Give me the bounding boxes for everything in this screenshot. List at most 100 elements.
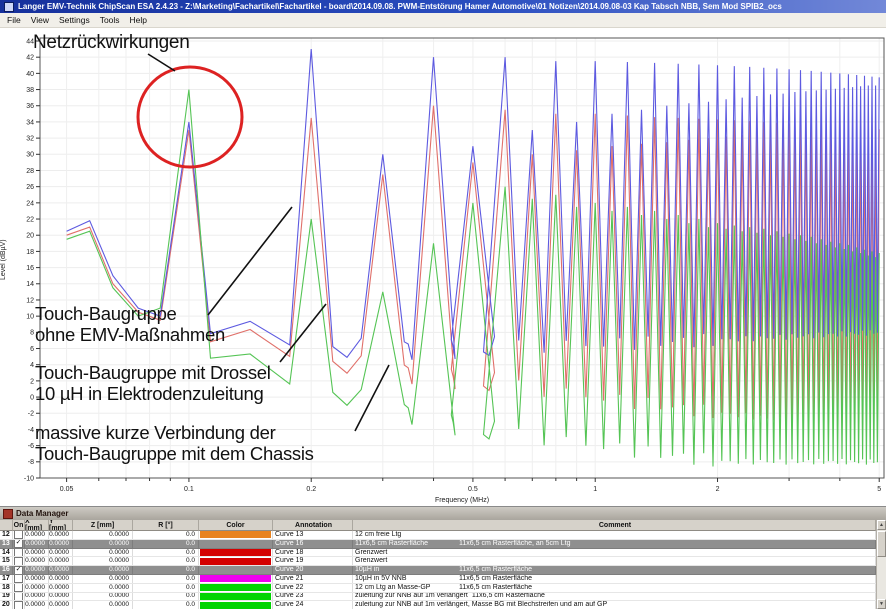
comment-cell: Grenzwert [353, 557, 876, 565]
svg-text:0: 0 [30, 394, 34, 401]
svg-text:38: 38 [26, 87, 34, 94]
column-header-On[interactable]: On [13, 520, 25, 531]
z-value: 0.0000 [73, 593, 133, 601]
svg-text:22: 22 [26, 216, 34, 223]
on-checkbox[interactable] [14, 531, 23, 539]
menu-tools[interactable]: Tools [95, 14, 125, 26]
comment-text: zuleitung zur NNB auf 1m verlängert, Mas… [355, 601, 607, 609]
column-header-Z [mm][interactable]: Z [mm] [73, 520, 133, 531]
svg-text:4: 4 [30, 362, 34, 369]
color-swatch[interactable] [200, 558, 271, 565]
color-cell[interactable] [199, 557, 273, 565]
title-bar[interactable]: Langer EMV-Technik ChipScan ESA 2.4.23 -… [0, 0, 886, 13]
svg-text:6: 6 [30, 346, 34, 353]
color-cell[interactable] [199, 531, 273, 539]
annotation-cell: Curve 23 [273, 593, 353, 601]
column-header-Color[interactable]: Color [199, 520, 273, 531]
color-cell[interactable] [199, 549, 273, 557]
svg-text:-6: -6 [28, 443, 34, 450]
svg-text:0.5: 0.5 [468, 486, 478, 493]
table-row[interactable]: 13✓0.00000.00000.00000.0Curve 1611x6,5 c… [0, 540, 876, 549]
color-swatch[interactable] [200, 584, 271, 591]
svg-text:-10: -10 [24, 475, 34, 482]
row-number: 20 [0, 601, 13, 609]
color-swatch[interactable] [200, 549, 271, 556]
svg-text:10: 10 [26, 314, 34, 321]
row-number: 18 [0, 584, 13, 592]
y-axis-title: Level (dBµV) [0, 180, 12, 340]
leader-line-1 [208, 207, 292, 315]
table-row[interactable]: 16✓0.00000.00000.00000.0Curve 2010µH in1… [0, 566, 876, 575]
menu-file[interactable]: File [2, 14, 26, 26]
on-checkbox[interactable] [14, 549, 23, 557]
table-row[interactable]: 170.00000.00000.00000.0Curve 2110µH in 5… [0, 575, 876, 584]
menu-settings[interactable]: Settings [54, 14, 95, 26]
comment-cell: 12 cm Ltg an Masse-GP11x6,5 cm Rasterflä… [353, 584, 876, 592]
y-value: 0.0000 [49, 557, 73, 565]
menu-view[interactable]: View [26, 14, 54, 26]
column-header-R [°][interactable]: R [°] [133, 520, 199, 531]
comment-text: 10µH in 5V NNB [355, 575, 459, 583]
data-manager-window: Data Manager OnX [mm]Y [mm]Z [mm]R [°]Co… [0, 506, 886, 609]
color-cell[interactable] [199, 566, 273, 574]
table-row[interactable]: 140.00000.00000.00000.0Curve 18Grenzwert [0, 549, 876, 558]
on-checkbox[interactable]: ✓ [14, 566, 23, 574]
comment-text-2: 11x6,5 cm Rasterfläche [472, 593, 545, 601]
table-row[interactable]: 190.00000.00000.00000.0Curve 23zuleitung… [0, 593, 876, 602]
color-swatch[interactable] [200, 575, 271, 582]
on-cell: ✓ [13, 566, 25, 574]
column-header-Comment[interactable]: Comment [353, 520, 876, 531]
scroll-thumb[interactable] [877, 531, 886, 557]
column-header-X [mm][interactable]: X [mm] [25, 520, 49, 531]
on-checkbox[interactable] [14, 584, 23, 592]
svg-text:20: 20 [26, 233, 34, 240]
on-checkbox[interactable] [14, 601, 23, 609]
svg-text:-2: -2 [28, 411, 34, 418]
window-title: Langer EMV-Technik ChipScan ESA 2.4.23 -… [18, 2, 782, 11]
data-manager-title-bar[interactable]: Data Manager [0, 507, 886, 520]
color-swatch[interactable] [200, 531, 271, 538]
comment-cell: zuleitung zur NNB auf 1m verlängert11x6,… [353, 593, 876, 601]
y-value: 0.0000 [49, 531, 73, 539]
color-swatch[interactable] [200, 593, 271, 600]
leader-line-2 [280, 304, 326, 362]
row-number: 13 [0, 540, 13, 548]
scroll-up-icon[interactable]: ▲ [877, 520, 886, 530]
color-cell[interactable] [199, 575, 273, 583]
menu-help[interactable]: Help [125, 14, 152, 26]
on-checkbox[interactable] [14, 557, 23, 565]
table-row[interactable]: 180.00000.00000.00000.0Curve 2212 cm Ltg… [0, 584, 876, 593]
r-value: 0.0 [133, 601, 199, 609]
svg-text:28: 28 [26, 168, 34, 175]
y-value: 0.0000 [49, 601, 73, 609]
table-scrollbar[interactable]: ▲ ▼ [876, 520, 886, 609]
color-cell[interactable] [199, 540, 273, 548]
row-number: 16 [0, 566, 13, 574]
svg-text:-4: -4 [28, 427, 34, 434]
svg-text:1: 1 [593, 486, 597, 493]
on-checkbox[interactable]: ✓ [14, 540, 23, 548]
column-header-Y [mm][interactable]: Y [mm] [49, 520, 73, 531]
y-value: 0.0000 [49, 566, 73, 574]
table-row[interactable]: 200.00000.00000.00000.0Curve 24zuleitung… [0, 601, 876, 609]
on-checkbox[interactable] [14, 593, 23, 601]
scroll-down-icon[interactable]: ▼ [877, 599, 886, 609]
z-value: 0.0000 [73, 566, 133, 574]
on-checkbox[interactable] [14, 575, 23, 583]
svg-text:14: 14 [26, 281, 34, 288]
svg-text:18: 18 [26, 249, 34, 256]
comment-text: 12 cm freie Ltg [355, 531, 401, 539]
color-swatch[interactable] [200, 602, 271, 609]
annotation-chassis: massive kurze Verbindung der Touch-Baugr… [35, 422, 314, 464]
color-cell[interactable] [199, 584, 273, 592]
on-cell [13, 593, 25, 601]
z-value: 0.0000 [73, 540, 133, 548]
r-value: 0.0 [133, 584, 199, 592]
table-row[interactable]: 150.00000.00000.00000.0Curve 19Grenzwert [0, 557, 876, 566]
color-cell[interactable] [199, 601, 273, 609]
color-cell[interactable] [199, 593, 273, 601]
table-row[interactable]: 120.00000.00000.00000.0Curve 1312 cm fre… [0, 531, 876, 540]
svg-text:2: 2 [716, 486, 720, 493]
column-header-Annotation[interactable]: Annotation [273, 520, 353, 531]
column-header-row[interactable] [0, 520, 13, 531]
